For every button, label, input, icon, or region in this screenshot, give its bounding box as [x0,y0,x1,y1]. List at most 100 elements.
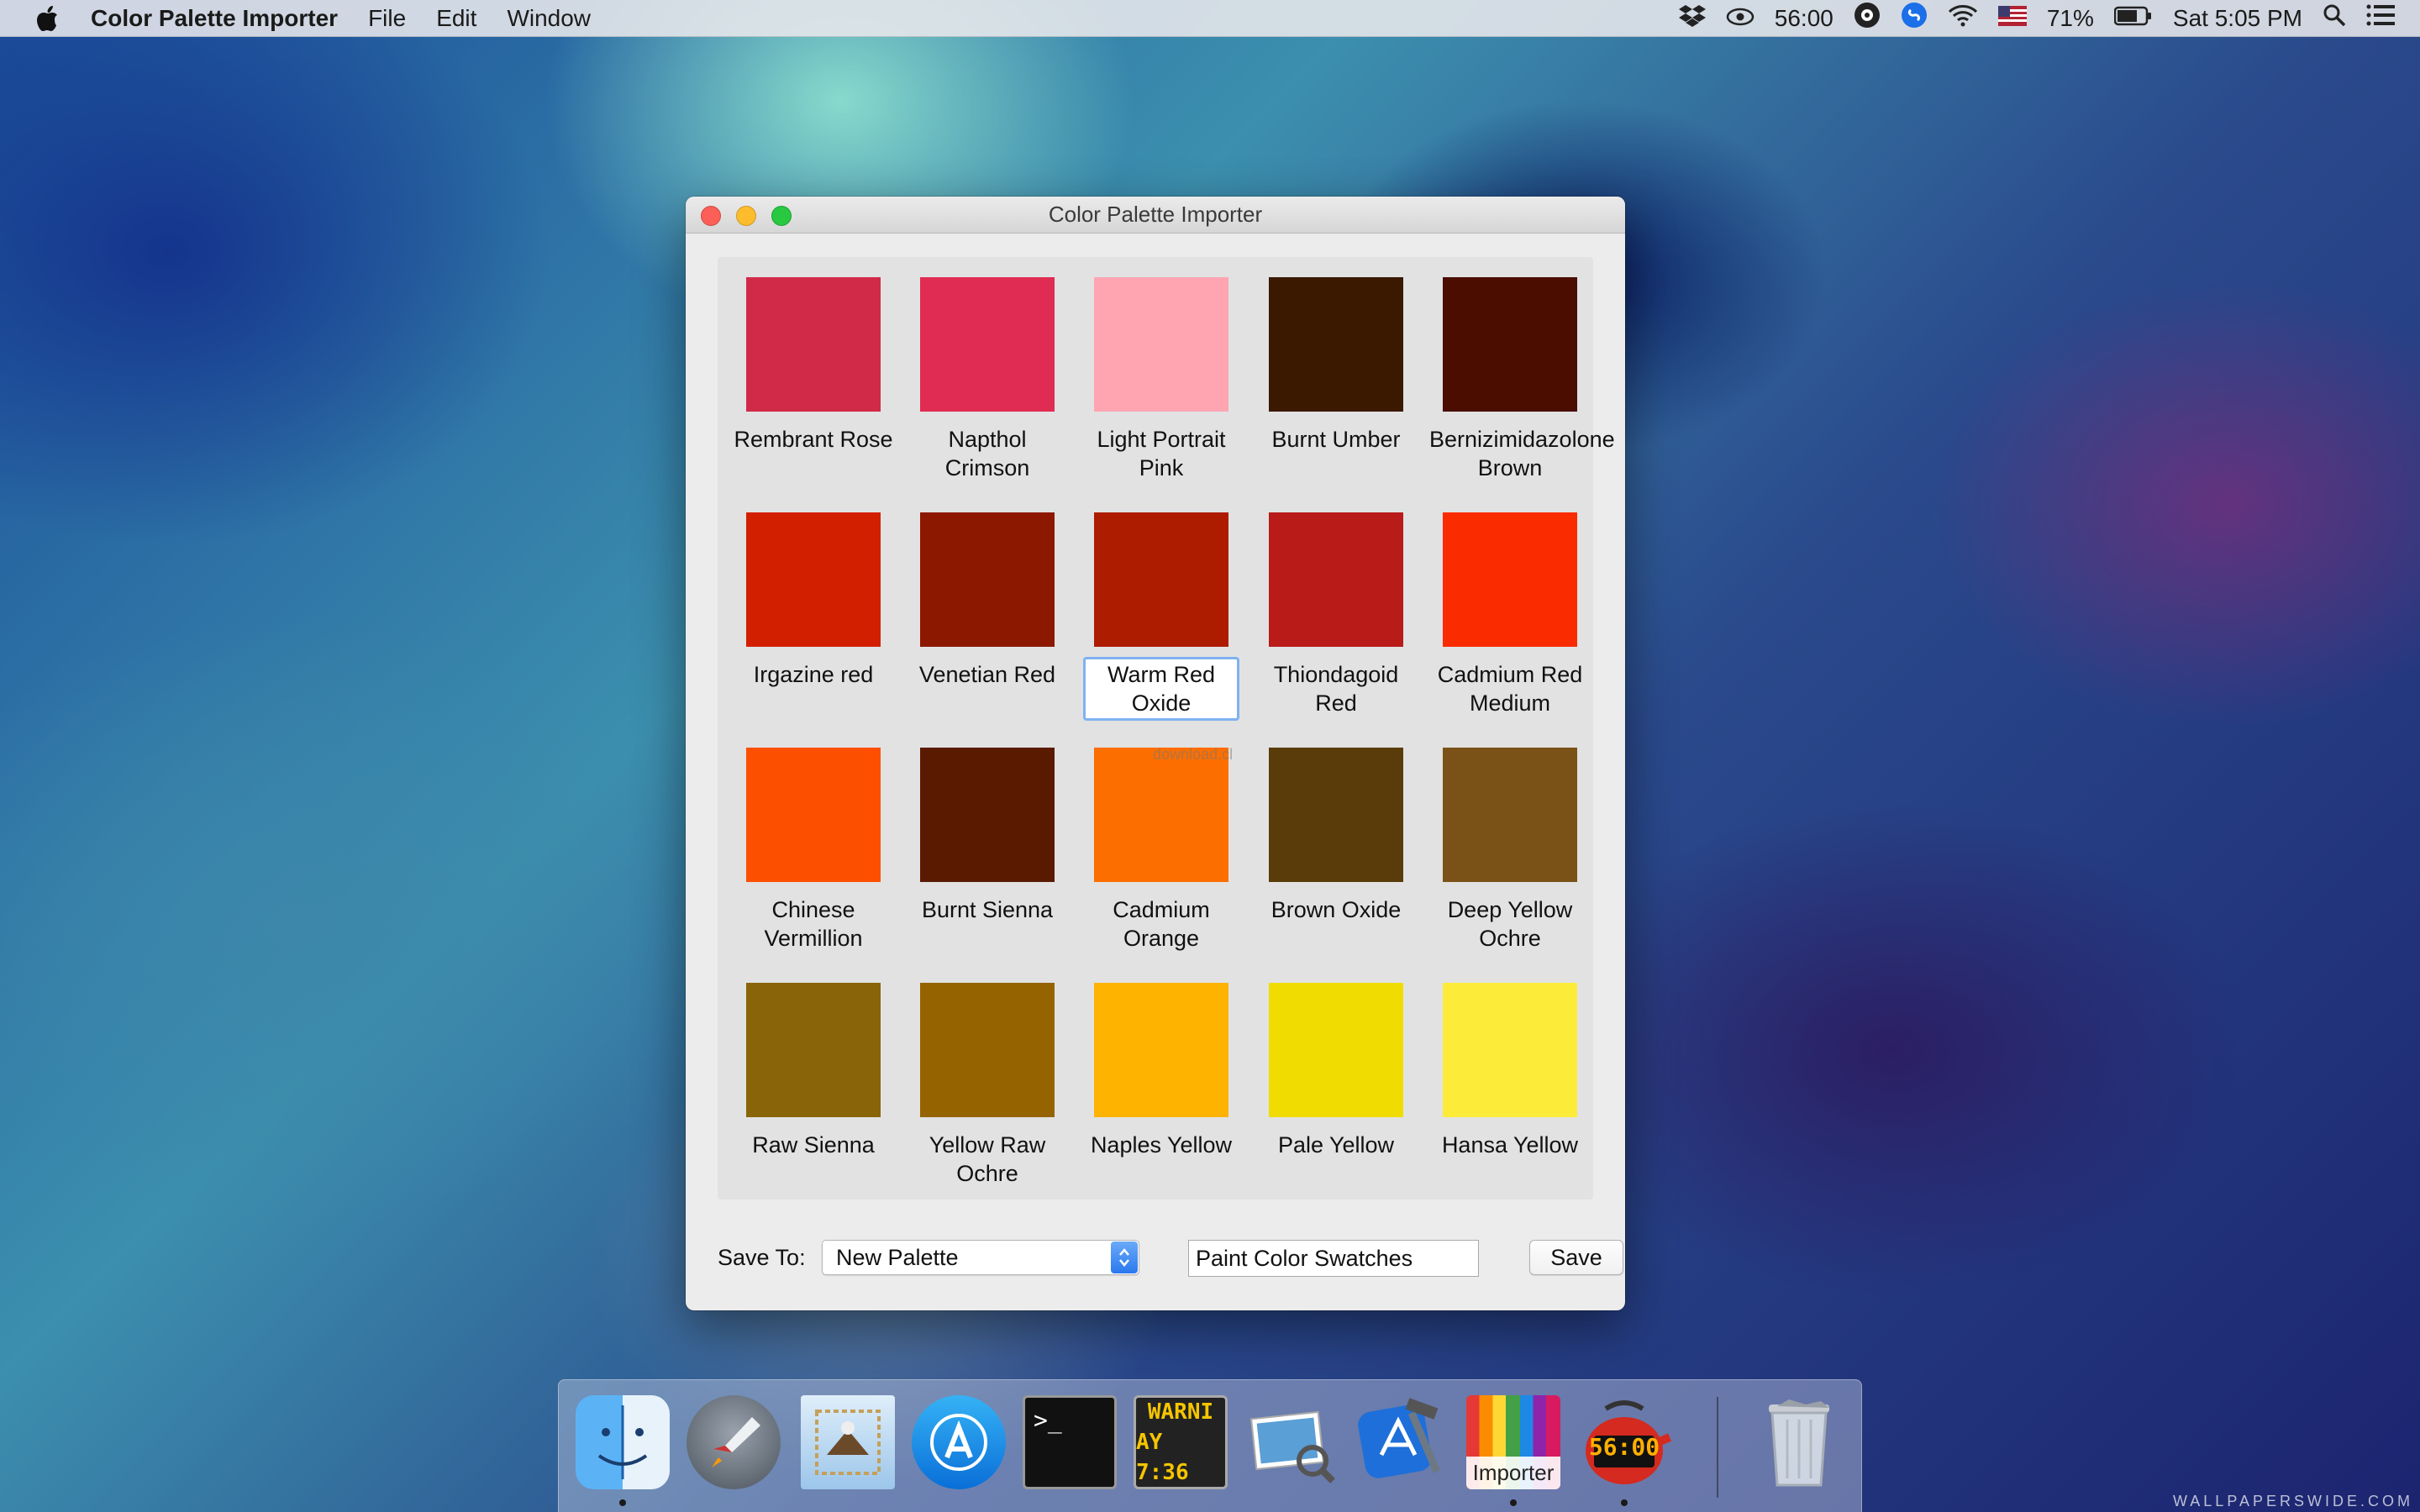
swatch-label[interactable]: Brown Oxide [1252,892,1420,927]
swatch-item-selected[interactable]: Warm Red Oxide [1074,512,1249,731]
minimize-window-button[interactable] [736,206,756,226]
color-chip[interactable] [920,983,1055,1117]
swatch-label[interactable]: Raw Sienna [729,1127,897,1163]
save-to-popup[interactable]: New Palette [822,1240,1139,1275]
save-button[interactable]: Save [1529,1240,1623,1275]
swatch-label[interactable]: Hansa Yellow [1426,1127,1594,1163]
swatch-item[interactable]: Light Portrait Pink [1074,277,1249,496]
swatch-label[interactable]: Cadmium Orange [1077,892,1245,956]
swatch-label[interactable]: Rembrant Rose [729,422,897,457]
console-icon[interactable]: WARNI AY 7:36 [1134,1395,1228,1489]
swatch-item[interactable]: Pale Yellow [1249,983,1423,1201]
notification-center-icon[interactable] [2366,4,2395,32]
importer-icon[interactable]: Importer [1466,1395,1560,1489]
shazam-icon[interactable] [1901,2,1928,34]
swatch-label[interactable]: Thiondagoid Red [1252,657,1420,721]
timer-status[interactable]: 56:00 [1775,5,1833,32]
color-chip[interactable] [1269,277,1403,412]
eye-icon[interactable] [1726,5,1754,32]
finder-icon[interactable] [576,1395,670,1489]
color-chip[interactable] [1269,748,1403,882]
close-window-button[interactable] [701,206,721,226]
swatch-item[interactable]: Rembrant Rose [726,277,901,496]
spotlight-search-icon[interactable] [2323,3,2346,33]
app-name-menu[interactable]: Color Palette Importer [91,5,338,32]
terminal-icon[interactable]: >_ [1023,1395,1117,1489]
zoom-window-button[interactable] [771,206,792,226]
us-flag-icon[interactable] [1997,5,2027,32]
color-chip[interactable] [746,277,881,412]
swatch-item[interactable]: Venetian Red [900,512,1075,731]
swatch-label[interactable]: Cadmium Red Medium [1426,657,1594,721]
color-chip[interactable] [920,277,1055,412]
color-chip[interactable] [1094,748,1228,882]
swatch-label[interactable]: Burnt Sienna [903,892,1071,927]
swatch-label[interactable]: Irgazine red [729,657,897,692]
swatch-item[interactable]: Bernizimidazolone Brown [1423,277,1615,496]
swatch-label[interactable]: Burnt Umber [1252,422,1420,457]
swatch-label[interactable]: Pale Yellow [1252,1127,1420,1163]
app-store-icon[interactable] [912,1395,1006,1489]
swatch-item[interactable]: Naples Yellow [1074,983,1249,1201]
swatch-label[interactable]: Light Portrait Pink [1077,422,1245,486]
trash-icon[interactable] [1752,1395,1846,1489]
clock[interactable]: Sat 5:05 PM [2173,5,2302,32]
timer-kettle-icon[interactable]: 56:00 [1577,1395,1671,1489]
swatch-item[interactable]: Cadmium Orange [1074,748,1249,966]
color-chip[interactable] [1094,277,1228,412]
window-menu[interactable]: Window [507,5,591,32]
swatch-item[interactable]: Chinese Vermillion [726,748,901,966]
launchpad-icon[interactable] [687,1395,781,1489]
swatch-item[interactable]: Burnt Umber [1249,277,1423,496]
swatch-label[interactable]: Yellow Raw Ochre [903,1127,1071,1191]
color-chip[interactable] [920,512,1055,647]
swatch-item[interactable]: Burnt Sienna [900,748,1075,966]
swatch-item[interactable]: Deep Yellow Ochre [1423,748,1597,966]
color-chip[interactable] [746,983,881,1117]
edit-menu[interactable]: Edit [436,5,476,32]
battery-percent[interactable]: 71% [2047,5,2094,32]
color-chip[interactable] [746,512,881,647]
color-chip[interactable] [1269,512,1403,647]
timer-kettle-display: 56:00 [1588,1432,1660,1461]
swatch-label[interactable]: Bernizimidazolone Brown [1426,422,1615,486]
color-chip[interactable] [920,748,1055,882]
disk-icon[interactable] [1854,2,1881,34]
window-titlebar[interactable]: Color Palette Importer [686,197,1625,234]
color-chip[interactable] [1094,512,1228,647]
preview-icon[interactable] [1244,1395,1339,1489]
color-chip[interactable] [1094,983,1228,1117]
importer-label: Importer [1466,1457,1560,1489]
swatch-item[interactable]: Napthol Crimson [900,277,1075,496]
swatch-label[interactable]: Napthol Crimson [903,422,1071,486]
swatch-item[interactable]: Thiondagoid Red [1249,512,1423,731]
palette-name-field[interactable]: Paint Color Swatches [1188,1240,1479,1277]
swatch-item[interactable]: Brown Oxide [1249,748,1423,966]
console-line-2: AY 7:36 [1136,1430,1189,1485]
color-chip[interactable] [1443,277,1577,412]
swatch-label[interactable]: Chinese Vermillion [729,892,897,956]
swatch-item[interactable]: Yellow Raw Ochre [900,983,1075,1201]
save-to-value: New Palette [836,1245,959,1270]
swatch-item[interactable]: Hansa Yellow [1423,983,1597,1201]
swatch-label[interactable]: Naples Yellow [1077,1127,1245,1163]
popup-arrows-icon[interactable] [1111,1242,1138,1273]
swatch-item[interactable]: Raw Sienna [726,983,901,1201]
swatch-item[interactable]: Irgazine red [726,512,901,731]
color-chip[interactable] [1443,748,1577,882]
color-chip[interactable] [746,748,881,882]
color-chip[interactable] [1269,983,1403,1117]
swatch-label-editing[interactable]: Warm Red Oxide [1083,657,1239,721]
wifi-icon[interactable] [1948,3,1978,33]
xcode-icon[interactable] [1355,1395,1449,1489]
swatch-item[interactable]: Cadmium Red Medium [1423,512,1597,731]
apple-menu-icon[interactable] [30,5,64,32]
file-menu[interactable]: File [368,5,406,32]
swatch-label[interactable]: Deep Yellow Ochre [1426,892,1594,956]
color-chip[interactable] [1443,983,1577,1117]
swatch-label[interactable]: Venetian Red [903,657,1071,692]
mail-icon[interactable] [801,1395,895,1489]
battery-icon[interactable] [2113,5,2153,32]
color-chip[interactable] [1443,512,1577,647]
dropbox-icon[interactable] [1678,3,1706,33]
